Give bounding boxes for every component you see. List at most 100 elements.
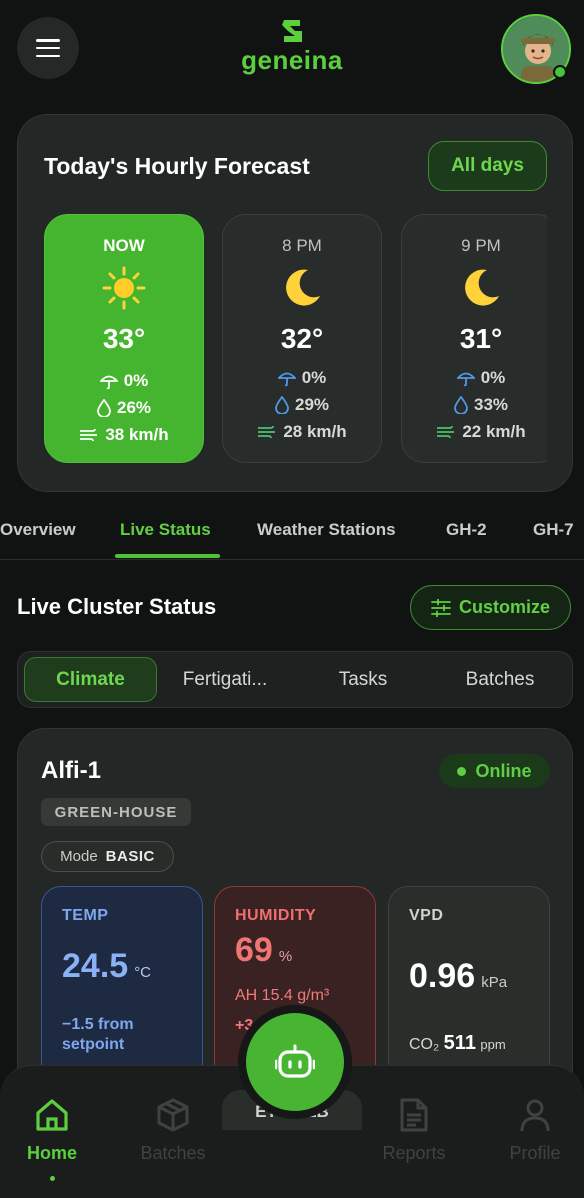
absolute-humidity: AH 15.4 g/m³: [235, 987, 330, 1004]
nav-home[interactable]: Home: [0, 1095, 107, 1181]
app-logo: geneina: [230, 18, 354, 80]
hour-label: 9 PM: [461, 236, 501, 255]
tab-gh-2[interactable]: GH-2: [446, 520, 487, 540]
nav-home-label: Home: [26, 1143, 77, 1163]
umbrella-icon: [277, 372, 296, 387]
tab-weather-stations[interactable]: Weather Stations: [257, 520, 396, 540]
umbrella-icon: [99, 375, 118, 390]
cluster-type-badge: GREEN-HOUSE: [41, 798, 191, 826]
sliders-icon: [431, 598, 451, 617]
wind-value: 28 km/h: [283, 422, 347, 441]
rain-row: 0%: [223, 368, 381, 388]
wind-icon: [437, 425, 455, 439]
wind-row: 22 km/h: [402, 422, 547, 442]
hour-temp: 33°: [102, 323, 146, 354]
all-days-button[interactable]: All days: [428, 141, 547, 191]
droplet-icon: [97, 399, 111, 417]
nav-batches[interactable]: Batches: [118, 1095, 228, 1164]
live-cluster-title: Live Cluster Status: [17, 594, 217, 619]
hour-temp: 32°: [280, 323, 324, 354]
droplet-icon: [275, 396, 289, 414]
hour-temp: 31°: [459, 323, 503, 354]
sun-icon: [102, 266, 146, 310]
forecast-title: Today's Hourly Forecast: [44, 153, 310, 179]
status-dot-icon: [457, 766, 467, 776]
wind-value: 22 km/h: [462, 422, 526, 441]
rain-value: 0%: [480, 368, 506, 387]
segment-tasks[interactable]: Tasks: [296, 657, 430, 702]
rain-row: 0%: [402, 368, 547, 388]
menu-button[interactable]: [17, 17, 79, 79]
humidity-row: 29%: [223, 395, 381, 415]
hourly-list[interactable]: NOW 33° 0% 26% 38 km/h 8 PM 32° 0% 29% 2…: [44, 214, 547, 464]
online-indicator: [553, 65, 567, 79]
temp-setpoint-delta: −1.5 from setpoint: [62, 1016, 134, 1053]
umbrella-icon: [456, 372, 475, 387]
tab-gh-7[interactable]: GH-7: [533, 520, 574, 540]
person-icon: [520, 1099, 550, 1132]
humidity-value: 29%: [294, 395, 330, 414]
assistant-bot-button[interactable]: [246, 1013, 344, 1111]
home-icon: [36, 1099, 68, 1131]
vpd-metric-card[interactable]: VPD 0.96 kPa CO₂ 511 ppm: [388, 886, 550, 1086]
hour-label: NOW: [103, 236, 145, 255]
hour-card-now[interactable]: NOW 33° 0% 26% 38 km/h: [44, 214, 204, 463]
robot-icon: [275, 1044, 315, 1078]
hour-card-9pm[interactable]: 9 PM 31° 0% 33% 22 km/h: [401, 214, 547, 463]
rain-value: 0%: [123, 371, 149, 390]
tab-overview[interactable]: Overview: [0, 520, 76, 540]
nav-batches-label: Batches: [140, 1143, 206, 1163]
humidity-unit: %: [278, 948, 293, 965]
co2-unit: ppm: [480, 1037, 506, 1052]
co2-label: CO₂: [409, 1036, 440, 1053]
vpd-unit: kPa: [481, 974, 508, 991]
nav-profile[interactable]: Profile: [480, 1095, 584, 1164]
temp-metric-card[interactable]: TEMP 24.5 °C −1.5 from setpoint: [41, 886, 203, 1086]
hour-card-8pm[interactable]: 8 PM 32° 0% 29% 28 km/h: [222, 214, 382, 463]
section-tabs: Overview Live Status Weather Stations GH…: [0, 508, 584, 560]
moon-icon: [465, 269, 499, 306]
rain-value: 0%: [301, 368, 327, 387]
app-header: geneina: [0, 0, 584, 100]
wind-value: 38 km/h: [105, 425, 169, 444]
wind-icon: [80, 428, 98, 442]
humidity-row: 26%: [45, 398, 203, 418]
co2-value: 511: [443, 1032, 476, 1054]
humidity-label: HUMIDITY: [235, 907, 317, 924]
customize-label: Customize: [458, 597, 550, 617]
temp-unit: °C: [134, 964, 152, 981]
droplet-icon: [454, 396, 468, 414]
temp-number: 24.5: [62, 947, 129, 985]
temp-value: 24.5 °C: [62, 947, 151, 986]
co2-reading: CO₂ 511 ppm: [409, 1032, 506, 1055]
hamburger-icon: [36, 39, 60, 57]
wind-row: 38 km/h: [45, 425, 203, 445]
segment-batches[interactable]: Batches: [432, 657, 568, 702]
nav-reports-label: Reports: [382, 1143, 446, 1163]
active-nav-dot: [49, 1176, 55, 1181]
hour-label: 8 PM: [282, 236, 322, 255]
hourly-forecast-card: Today's Hourly Forecast All days NOW 33°: [17, 114, 573, 492]
moon-icon: [286, 269, 320, 306]
rain-row: 0%: [45, 371, 203, 391]
tab-live-status[interactable]: Live Status: [120, 520, 211, 540]
vpd-number: 0.96: [409, 957, 476, 995]
nav-reports[interactable]: Reports: [359, 1095, 469, 1164]
humidity-number: 69: [235, 931, 273, 969]
segment-climate[interactable]: Climate: [24, 657, 157, 702]
humidity-value: 69%: [235, 931, 292, 970]
vpd-value: 0.96 kPa: [409, 957, 507, 996]
status-text: Online: [475, 760, 532, 781]
mode-key: Mode: [60, 848, 98, 865]
status-badge: Online: [439, 754, 550, 788]
box-icon: [157, 1098, 189, 1132]
vpd-label: VPD: [409, 907, 444, 924]
humidity-row: 33%: [402, 395, 547, 415]
humidity-value: 33%: [473, 395, 509, 414]
mode-value: BASIC: [105, 848, 155, 865]
segment-fertigation[interactable]: Fertigati...: [160, 657, 290, 702]
customize-button[interactable]: Customize: [410, 585, 571, 630]
document-icon: [400, 1098, 428, 1132]
logo-mark-icon: [282, 20, 302, 42]
wind-row: 28 km/h: [223, 422, 381, 442]
